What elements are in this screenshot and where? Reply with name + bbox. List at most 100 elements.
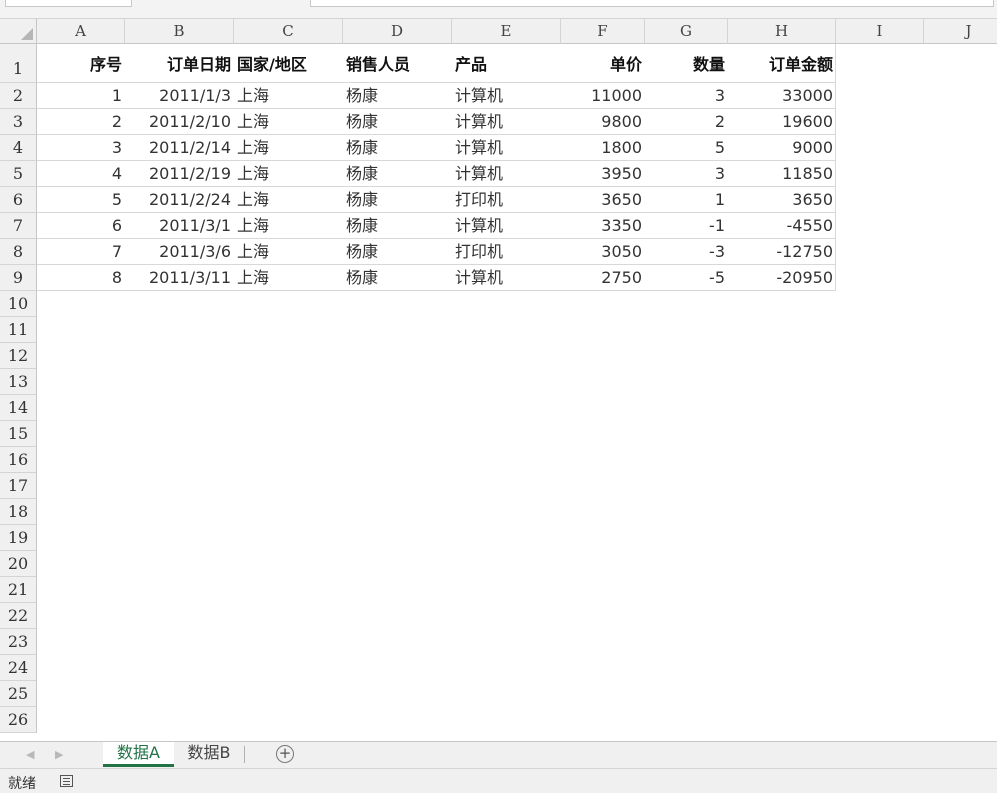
table-cell[interactable]: 3050: [561, 239, 645, 265]
row-header-25[interactable]: 25: [0, 681, 37, 707]
table-cell[interactable]: 9800: [561, 109, 645, 135]
table-cell[interactable]: 上海: [234, 213, 343, 239]
table-cell[interactable]: 9000: [728, 135, 836, 161]
row-header-3[interactable]: 3: [0, 109, 37, 135]
row-header-22[interactable]: 22: [0, 603, 37, 629]
row-header-16[interactable]: 16: [0, 447, 37, 473]
table-cell[interactable]: 打印机: [452, 187, 561, 213]
table-cell[interactable]: 2011/3/1: [125, 213, 234, 239]
table-cell[interactable]: 上海: [234, 135, 343, 161]
table-cell[interactable]: 3950: [561, 161, 645, 187]
table-cell[interactable]: 杨康: [343, 135, 452, 161]
table-cell[interactable]: 2011/2/24: [125, 187, 234, 213]
header-cell[interactable]: 订单金额: [728, 44, 836, 83]
table-cell[interactable]: 杨康: [343, 109, 452, 135]
header-cell[interactable]: 销售人员: [343, 44, 452, 83]
row-header-18[interactable]: 18: [0, 499, 37, 525]
plus-circle-icon[interactable]: +: [276, 745, 294, 763]
row-header-1[interactable]: 1: [0, 44, 37, 83]
row-header-5[interactable]: 5: [0, 161, 37, 187]
table-cell[interactable]: 上海: [234, 187, 343, 213]
table-cell[interactable]: 6: [37, 213, 125, 239]
table-cell[interactable]: 杨康: [343, 161, 452, 187]
table-cell[interactable]: 1: [37, 83, 125, 109]
sheet-tab-data-b[interactable]: 数据B: [176, 742, 242, 767]
table-cell[interactable]: 1800: [561, 135, 645, 161]
row-header-4[interactable]: 4: [0, 135, 37, 161]
table-cell[interactable]: 2011/2/14: [125, 135, 234, 161]
table-cell[interactable]: 33000: [728, 83, 836, 109]
table-cell[interactable]: 2011/3/6: [125, 239, 234, 265]
column-header-e[interactable]: E: [452, 19, 561, 44]
name-box[interactable]: [5, 0, 132, 7]
header-cell[interactable]: 产品: [452, 44, 561, 83]
table-cell[interactable]: 11850: [728, 161, 836, 187]
row-header-7[interactable]: 7: [0, 213, 37, 239]
row-header-20[interactable]: 20: [0, 551, 37, 577]
sheet-tab-data-a[interactable]: 数据A: [103, 742, 174, 767]
column-header-i[interactable]: I: [836, 19, 924, 44]
table-cell[interactable]: 杨康: [343, 239, 452, 265]
table-cell[interactable]: -1: [645, 213, 728, 239]
header-cell[interactable]: 订单日期: [125, 44, 234, 83]
table-cell[interactable]: 3350: [561, 213, 645, 239]
select-all-button[interactable]: [0, 19, 37, 44]
table-cell[interactable]: 2011/2/10: [125, 109, 234, 135]
header-cell[interactable]: 数量: [645, 44, 728, 83]
table-cell[interactable]: 11000: [561, 83, 645, 109]
row-header-10[interactable]: 10: [0, 291, 37, 317]
column-header-c[interactable]: C: [234, 19, 343, 44]
row-header-19[interactable]: 19: [0, 525, 37, 551]
table-cell[interactable]: -20950: [728, 265, 836, 291]
column-header-b[interactable]: B: [125, 19, 234, 44]
column-header-j[interactable]: J: [924, 19, 997, 44]
table-cell[interactable]: 上海: [234, 239, 343, 265]
row-header-23[interactable]: 23: [0, 629, 37, 655]
row-header-12[interactable]: 12: [0, 343, 37, 369]
table-cell[interactable]: 3: [645, 83, 728, 109]
table-cell[interactable]: -3: [645, 239, 728, 265]
row-header-13[interactable]: 13: [0, 369, 37, 395]
table-cell[interactable]: 5: [645, 135, 728, 161]
table-cell[interactable]: 杨康: [343, 187, 452, 213]
formula-input[interactable]: [310, 0, 994, 7]
table-cell[interactable]: 计算机: [452, 161, 561, 187]
table-cell[interactable]: 4: [37, 161, 125, 187]
column-header-g[interactable]: G: [645, 19, 728, 44]
table-cell[interactable]: -5: [645, 265, 728, 291]
table-cell[interactable]: 7: [37, 239, 125, 265]
row-header-8[interactable]: 8: [0, 239, 37, 265]
table-cell[interactable]: 计算机: [452, 135, 561, 161]
triangle-left-icon[interactable]: ◀: [26, 748, 34, 761]
table-cell[interactable]: 计算机: [452, 83, 561, 109]
row-header-17[interactable]: 17: [0, 473, 37, 499]
row-header-14[interactable]: 14: [0, 395, 37, 421]
row-header-6[interactable]: 6: [0, 187, 37, 213]
row-header-24[interactable]: 24: [0, 655, 37, 681]
table-cell[interactable]: 3: [37, 135, 125, 161]
row-header-2[interactable]: 2: [0, 83, 37, 109]
table-cell[interactable]: 上海: [234, 161, 343, 187]
macro-record-icon[interactable]: [60, 775, 73, 787]
table-cell[interactable]: 上海: [234, 109, 343, 135]
table-cell[interactable]: 2: [645, 109, 728, 135]
table-cell[interactable]: 2011/3/11: [125, 265, 234, 291]
table-cell[interactable]: 2011/2/19: [125, 161, 234, 187]
table-cell[interactable]: 2750: [561, 265, 645, 291]
table-cell[interactable]: 打印机: [452, 239, 561, 265]
column-header-h[interactable]: H: [728, 19, 836, 44]
table-cell[interactable]: 19600: [728, 109, 836, 135]
table-cell[interactable]: 8: [37, 265, 125, 291]
table-cell[interactable]: 杨康: [343, 83, 452, 109]
row-header-21[interactable]: 21: [0, 577, 37, 603]
table-cell[interactable]: 上海: [234, 265, 343, 291]
row-header-11[interactable]: 11: [0, 317, 37, 343]
row-header-9[interactable]: 9: [0, 265, 37, 291]
table-cell[interactable]: 计算机: [452, 213, 561, 239]
table-cell[interactable]: 计算机: [452, 109, 561, 135]
table-cell[interactable]: 3650: [728, 187, 836, 213]
table-cell[interactable]: -4550: [728, 213, 836, 239]
table-cell[interactable]: -12750: [728, 239, 836, 265]
table-cell[interactable]: 3650: [561, 187, 645, 213]
table-cell[interactable]: 上海: [234, 83, 343, 109]
